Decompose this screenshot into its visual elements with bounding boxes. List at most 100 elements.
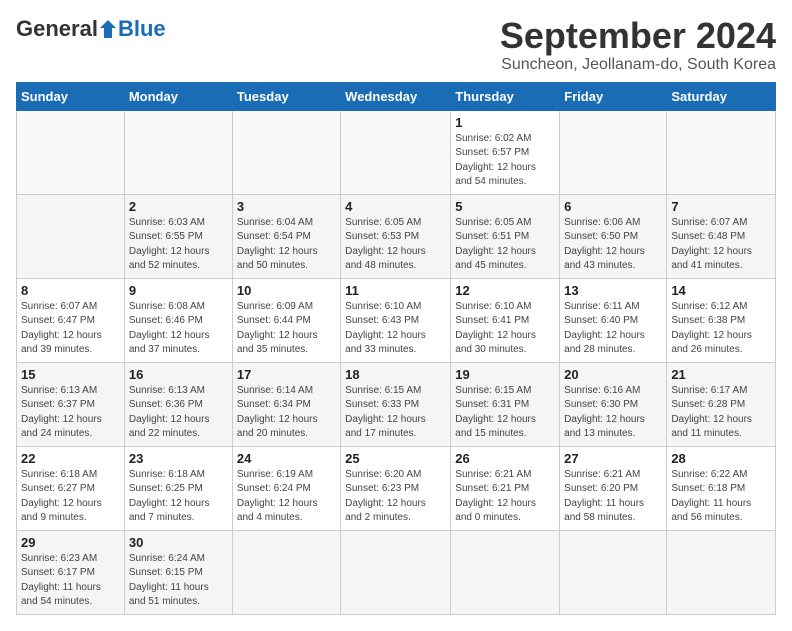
day-number: 15 [21, 367, 120, 382]
day-number: 22 [21, 451, 120, 466]
day-info: Sunrise: 6:20 AM Sunset: 6:23 PM Dayligh… [345, 468, 446, 526]
day-number: 12 [455, 283, 555, 298]
day-info: Sunrise: 6:07 AM Sunset: 6:47 PM Dayligh… [21, 300, 120, 358]
day-info: Sunrise: 6:05 AM Sunset: 6:53 PM Dayligh… [345, 216, 446, 274]
calendar-cell [124, 110, 232, 194]
calendar-cell [232, 530, 340, 614]
day-number: 28 [671, 451, 771, 466]
calendar-row: 22 Sunrise: 6:18 AM Sunset: 6:27 PM Dayli… [17, 446, 776, 530]
day-info: Sunrise: 6:05 AM Sunset: 6:51 PM Dayligh… [455, 216, 555, 274]
day-number: 7 [671, 199, 771, 214]
day-info: Sunrise: 6:10 AM Sunset: 6:43 PM Dayligh… [345, 300, 446, 358]
calendar-cell [17, 110, 125, 194]
calendar-cell: 19Sunrise: 6:15 AM Sunset: 6:31 PM Dayli… [451, 362, 560, 446]
calendar-cell: 28 Sunrise: 6:22 AM Sunset: 6:18 PM Dayli… [667, 446, 776, 530]
day-info: Sunrise: 6:06 AM Sunset: 6:50 PM Dayligh… [564, 216, 662, 274]
day-info: Sunrise: 6:02 AM Sunset: 6:57 PM Dayligh… [455, 132, 555, 190]
logo-blue-text: Blue [118, 16, 166, 42]
day-info: Sunrise: 6:22 AM Sunset: 6:18 PM Dayligh… [671, 468, 771, 526]
day-info: Sunrise: 6:13 AM Sunset: 6:37 PM Dayligh… [21, 384, 120, 442]
calendar-cell: 6 Sunrise: 6:06 AM Sunset: 6:50 PM Daylig… [560, 194, 667, 278]
day-info: Sunrise: 6:08 AM Sunset: 6:46 PM Dayligh… [129, 300, 228, 358]
calendar-cell: 14Sunrise: 6:12 AM Sunset: 6:38 PM Dayli… [667, 278, 776, 362]
calendar-cell: 18 Sunrise: 6:15 AM Sunset: 6:33 PM Dayli… [341, 362, 451, 446]
calendar-cell [341, 530, 451, 614]
logo: General Blue [16, 16, 166, 42]
day-info: Sunrise: 6:07 AM Sunset: 6:48 PM Dayligh… [671, 216, 771, 274]
day-info: Sunrise: 6:14 AM Sunset: 6:34 PM Dayligh… [237, 384, 336, 442]
day-info: Sunrise: 6:15 AM Sunset: 6:33 PM Dayligh… [345, 384, 446, 442]
header: General Blue September 2024 Suncheon, Je… [16, 16, 776, 74]
day-number: 20 [564, 367, 662, 382]
day-info: Sunrise: 6:03 AM Sunset: 6:55 PM Dayligh… [129, 216, 228, 274]
calendar-cell: 1 Sunrise: 6:02 AM Sunset: 6:57 PM Daylig… [451, 110, 560, 194]
day-info: Sunrise: 6:24 AM Sunset: 6:15 PM Dayligh… [129, 552, 228, 610]
day-info: Sunrise: 6:12 AM Sunset: 6:38 PM Dayligh… [671, 300, 771, 358]
calendar-row: 29Sunrise: 6:23 AM Sunset: 6:17 PM Dayli… [17, 530, 776, 614]
calendar-cell: 17Sunrise: 6:14 AM Sunset: 6:34 PM Dayli… [232, 362, 340, 446]
calendar-row: 8Sunrise: 6:07 AM Sunset: 6:47 PM Daylig… [17, 278, 776, 362]
col-friday: Friday [560, 82, 667, 110]
calendar-cell [232, 110, 340, 194]
calendar-cell: 20 Sunrise: 6:16 AM Sunset: 6:30 PM Dayli… [560, 362, 667, 446]
day-number: 5 [455, 199, 555, 214]
day-number: 19 [455, 367, 555, 382]
day-info: Sunrise: 6:16 AM Sunset: 6:30 PM Dayligh… [564, 384, 662, 442]
calendar-cell: 5 Sunrise: 6:05 AM Sunset: 6:51 PM Daylig… [451, 194, 560, 278]
calendar-cell: 4 Sunrise: 6:05 AM Sunset: 6:53 PM Daylig… [341, 194, 451, 278]
day-info: Sunrise: 6:17 AM Sunset: 6:28 PM Dayligh… [671, 384, 771, 442]
day-info: Sunrise: 6:10 AM Sunset: 6:41 PM Dayligh… [455, 300, 555, 358]
calendar-cell: 30Sunrise: 6:24 AM Sunset: 6:15 PM Dayli… [124, 530, 232, 614]
calendar-cell [560, 530, 667, 614]
calendar-cell [560, 110, 667, 194]
calendar-cell [17, 194, 125, 278]
calendar-row: 1 Sunrise: 6:02 AM Sunset: 6:57 PM Daylig… [17, 110, 776, 194]
day-number: 23 [129, 451, 228, 466]
day-number: 4 [345, 199, 446, 214]
calendar-cell: 29Sunrise: 6:23 AM Sunset: 6:17 PM Dayli… [17, 530, 125, 614]
title-block: September 2024 Suncheon, Jeollanam-do, S… [500, 16, 776, 74]
col-saturday: Saturday [667, 82, 776, 110]
calendar-cell: 3Sunrise: 6:04 AM Sunset: 6:54 PM Daylig… [232, 194, 340, 278]
day-info: Sunrise: 6:09 AM Sunset: 6:44 PM Dayligh… [237, 300, 336, 358]
col-sunday: Sunday [17, 82, 125, 110]
calendar-cell: 21 Sunrise: 6:17 AM Sunset: 6:28 PM Dayli… [667, 362, 776, 446]
day-number: 26 [455, 451, 555, 466]
logo-general-text: General [16, 16, 98, 42]
day-number: 21 [671, 367, 771, 382]
calendar-cell: 26 Sunrise: 6:21 AM Sunset: 6:21 PM Dayli… [451, 446, 560, 530]
calendar-cell: 22 Sunrise: 6:18 AM Sunset: 6:27 PM Dayli… [17, 446, 125, 530]
logo-icon [99, 18, 117, 40]
day-number: 1 [455, 115, 555, 130]
day-number: 27 [564, 451, 662, 466]
calendar-title: September 2024 [500, 16, 776, 56]
col-thursday: Thursday [451, 82, 560, 110]
calendar-row: 15 Sunrise: 6:13 AM Sunset: 6:37 PM Dayli… [17, 362, 776, 446]
day-info: Sunrise: 6:19 AM Sunset: 6:24 PM Dayligh… [237, 468, 336, 526]
day-number: 9 [129, 283, 228, 298]
day-number: 24 [237, 451, 336, 466]
day-info: Sunrise: 6:11 AM Sunset: 6:40 PM Dayligh… [564, 300, 662, 358]
calendar-cell: 8Sunrise: 6:07 AM Sunset: 6:47 PM Daylig… [17, 278, 125, 362]
day-info: Sunrise: 6:21 AM Sunset: 6:20 PM Dayligh… [564, 468, 662, 526]
day-number: 18 [345, 367, 446, 382]
calendar-cell: 9 Sunrise: 6:08 AM Sunset: 6:46 PM Daylig… [124, 278, 232, 362]
calendar-cell [667, 530, 776, 614]
calendar-cell: 16Sunrise: 6:13 AM Sunset: 6:36 PM Dayli… [124, 362, 232, 446]
calendar-cell: 10 Sunrise: 6:09 AM Sunset: 6:44 PM Dayli… [232, 278, 340, 362]
day-info: Sunrise: 6:21 AM Sunset: 6:21 PM Dayligh… [455, 468, 555, 526]
col-wednesday: Wednesday [341, 82, 451, 110]
calendar-cell: 7 Sunrise: 6:07 AM Sunset: 6:48 PM Daylig… [667, 194, 776, 278]
day-info: Sunrise: 6:04 AM Sunset: 6:54 PM Dayligh… [237, 216, 336, 274]
calendar-cell: 11Sunrise: 6:10 AM Sunset: 6:43 PM Dayli… [341, 278, 451, 362]
day-number: 6 [564, 199, 662, 214]
day-number: 16 [129, 367, 228, 382]
calendar-cell: 27 Sunrise: 6:21 AM Sunset: 6:20 PM Dayli… [560, 446, 667, 530]
day-info: Sunrise: 6:18 AM Sunset: 6:27 PM Dayligh… [21, 468, 120, 526]
day-number: 2 [129, 199, 228, 214]
day-number: 10 [237, 283, 336, 298]
day-number: 29 [21, 535, 120, 550]
col-monday: Monday [124, 82, 232, 110]
day-number: 25 [345, 451, 446, 466]
calendar-cell [667, 110, 776, 194]
